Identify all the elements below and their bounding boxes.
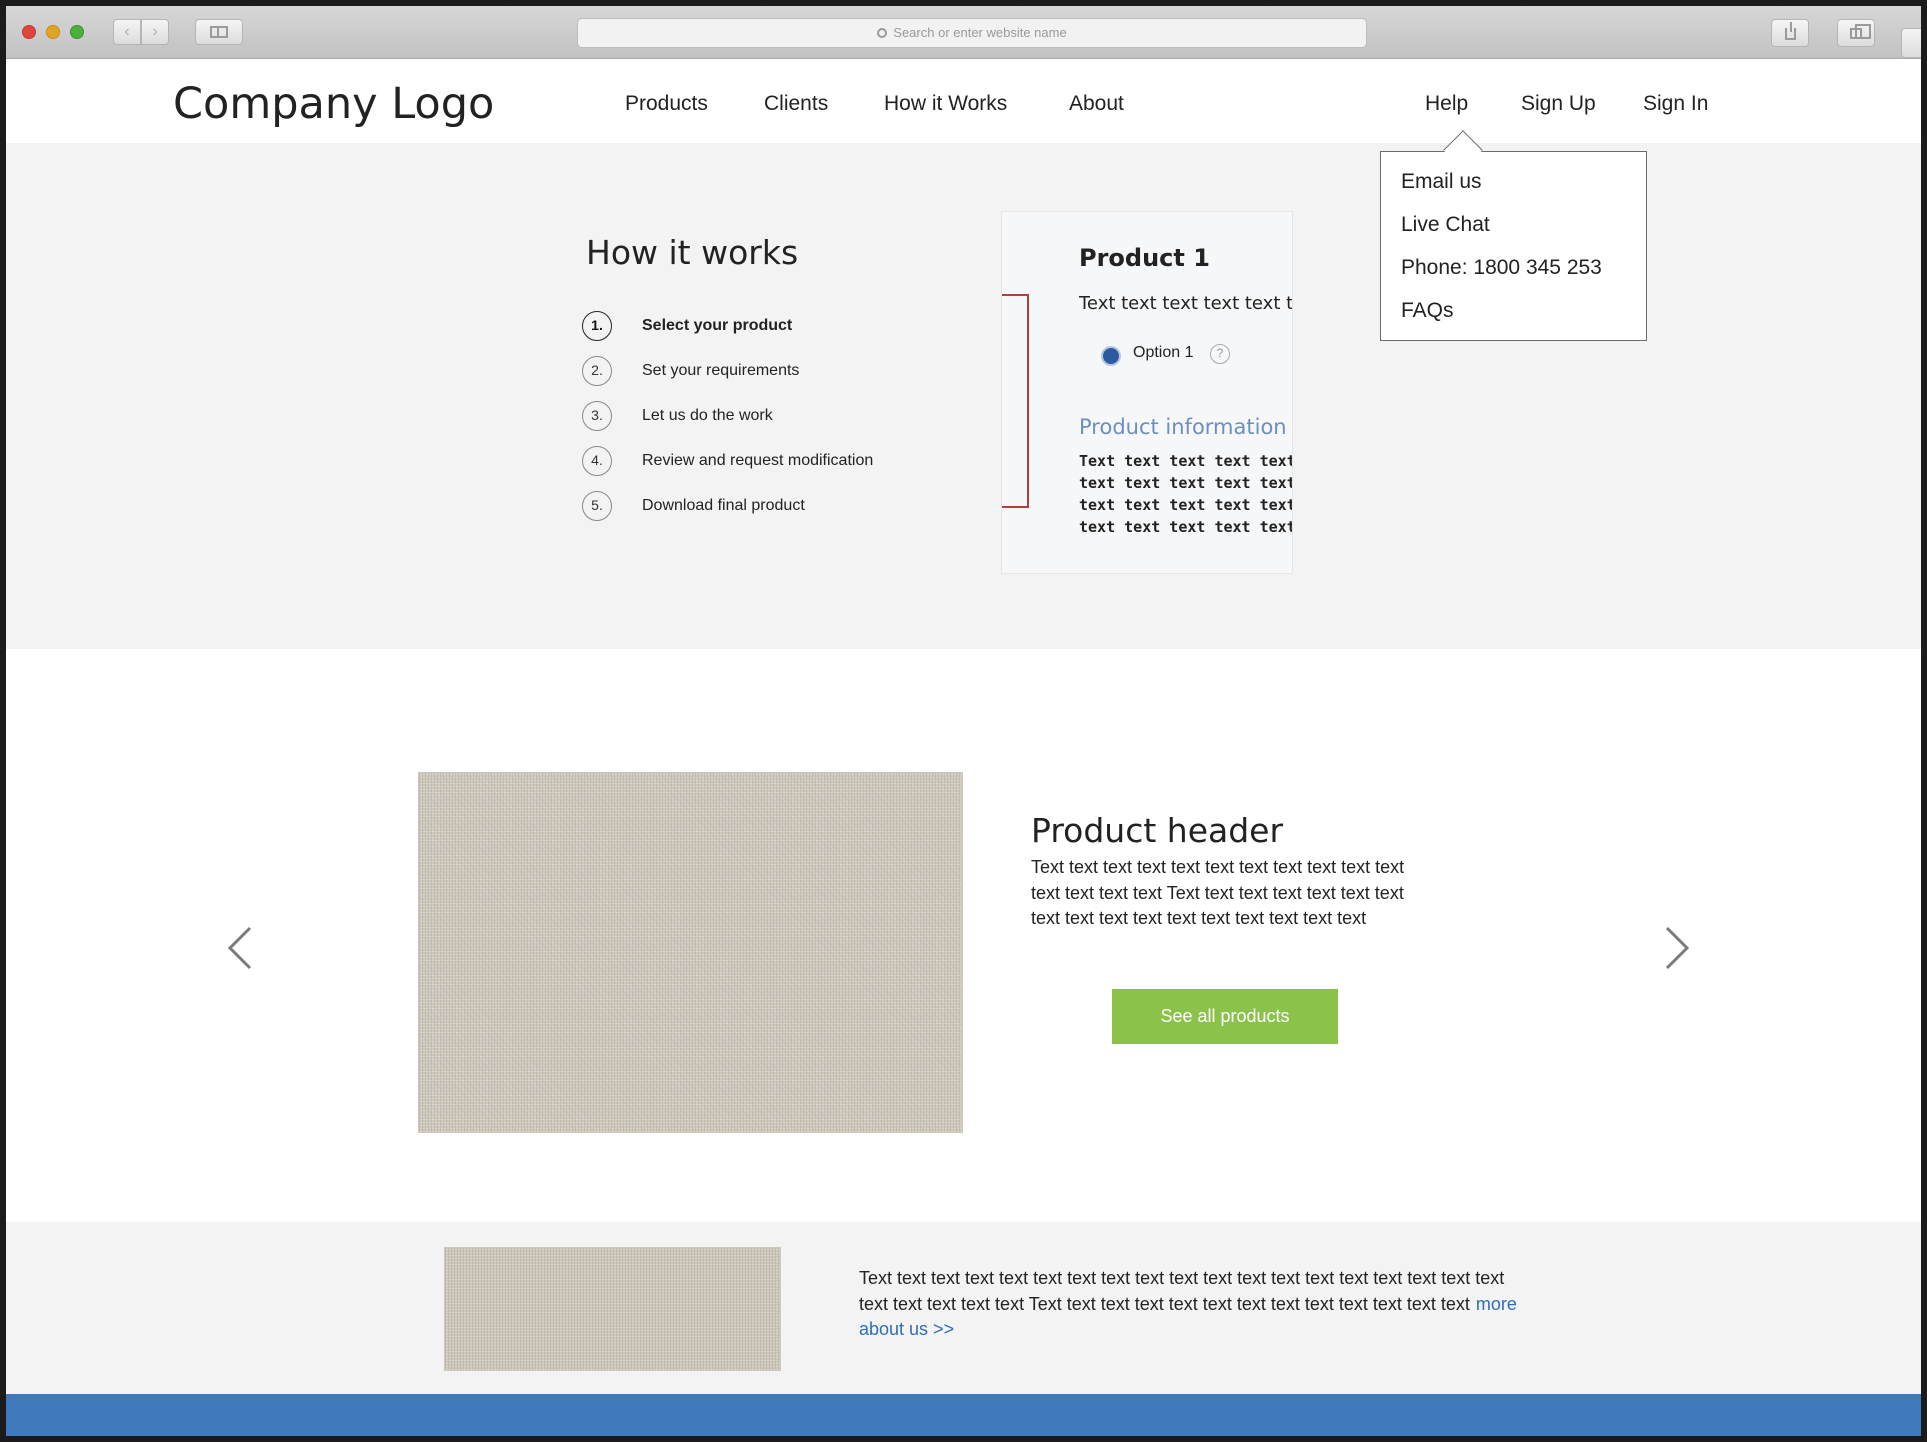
- about-text-block: Text text text text text text text text …: [859, 1266, 1529, 1343]
- minimize-window-button[interactable]: [46, 25, 60, 39]
- tabs-icon: [1850, 24, 1871, 39]
- preview-line: text text text text text text: [1079, 518, 1293, 536]
- address-placeholder: Search or enter website name: [893, 25, 1067, 40]
- site-footer: [6, 1394, 1921, 1436]
- step-label: Set your requirements: [642, 362, 800, 379]
- see-all-products-button[interactable]: See all products: [1112, 989, 1338, 1044]
- nav-sign-in[interactable]: Sign In: [1643, 92, 1708, 116]
- browser-window: ‹ › Search or enter website name Company…: [0, 0, 1927, 1442]
- preview-line: text text text text text text: [1079, 496, 1293, 514]
- sidebar-toggle-button[interactable]: [195, 19, 243, 45]
- preview-text: Text text text text text te: [1079, 293, 1293, 314]
- how-it-works-title: How it works: [586, 233, 799, 272]
- preview-line: text text text text text text: [1079, 474, 1293, 492]
- preview-title: Product 1: [1079, 244, 1210, 272]
- highlight-frame: [1002, 294, 1029, 508]
- preview-info-title: Product information: [1079, 415, 1287, 439]
- about-image: [444, 1247, 781, 1371]
- nav-sign-up[interactable]: Sign Up: [1521, 92, 1596, 116]
- close-window-button[interactable]: [22, 25, 36, 39]
- nav-products[interactable]: Products: [625, 92, 708, 116]
- step-label: Download final product: [642, 497, 805, 514]
- nav-help[interactable]: Help: [1425, 92, 1468, 116]
- step-number: 4.: [582, 446, 612, 476]
- help-circle-icon: ?: [1210, 344, 1230, 364]
- preview-option-label: Option 1: [1133, 344, 1194, 361]
- zoom-window-button[interactable]: [70, 25, 84, 39]
- menu-item-live-chat[interactable]: Live Chat: [1401, 213, 1490, 237]
- help-dropdown-menu: Email us Live Chat Phone: 1800 345 253 F…: [1380, 130, 1647, 341]
- about-description: Text text text text text text text text …: [859, 1268, 1505, 1314]
- preview-info-text: Text text text text text text text text …: [1079, 450, 1293, 538]
- nav-how-it-works[interactable]: How it Works: [884, 92, 1007, 116]
- step-label: Select your product: [642, 317, 793, 334]
- back-button[interactable]: ‹: [113, 19, 141, 45]
- browser-toolbar: ‹ › Search or enter website name: [6, 6, 1921, 59]
- search-icon: [877, 28, 888, 38]
- address-bar[interactable]: Search or enter website name: [577, 18, 1367, 48]
- step-label: Review and request modification: [642, 452, 874, 469]
- menu-item-email-us[interactable]: Email us: [1401, 170, 1482, 194]
- carousel-next-arrow[interactable]: [1661, 926, 1691, 970]
- carousel-prev-arrow[interactable]: [226, 926, 256, 970]
- show-tabs-button[interactable]: [1837, 19, 1875, 47]
- sidebar-icon: [210, 26, 228, 38]
- menu-item-phone[interactable]: Phone: 1800 345 253: [1401, 256, 1602, 280]
- forward-button[interactable]: ›: [141, 19, 169, 45]
- preview-line: Text text text text text text: [1079, 452, 1293, 470]
- site-header: Company Logo Products Clients How it Wor…: [6, 59, 1921, 143]
- new-tab-button[interactable]: [1901, 28, 1921, 58]
- product-description: Text text text text text text text text …: [1031, 857, 1405, 928]
- product-preview-image: Product 1 Text text text text text te Op…: [1001, 211, 1293, 574]
- company-logo[interactable]: Company Logo: [173, 79, 494, 129]
- share-button[interactable]: [1771, 19, 1809, 47]
- step-number: 2.: [582, 356, 612, 386]
- product-image: [418, 772, 963, 1133]
- menu-item-faqs[interactable]: FAQs: [1401, 299, 1454, 323]
- step-number: 3.: [582, 401, 612, 431]
- share-icon: [1785, 22, 1796, 40]
- product-header-title: Product header: [1031, 811, 1284, 850]
- step-number: 5.: [582, 491, 612, 521]
- nav-about[interactable]: About: [1069, 92, 1124, 116]
- step-number: 1.: [582, 311, 612, 341]
- radio-selected-icon: [1101, 346, 1121, 366]
- nav-clients[interactable]: Clients: [764, 92, 828, 116]
- step-label: Let us do the work: [642, 407, 773, 424]
